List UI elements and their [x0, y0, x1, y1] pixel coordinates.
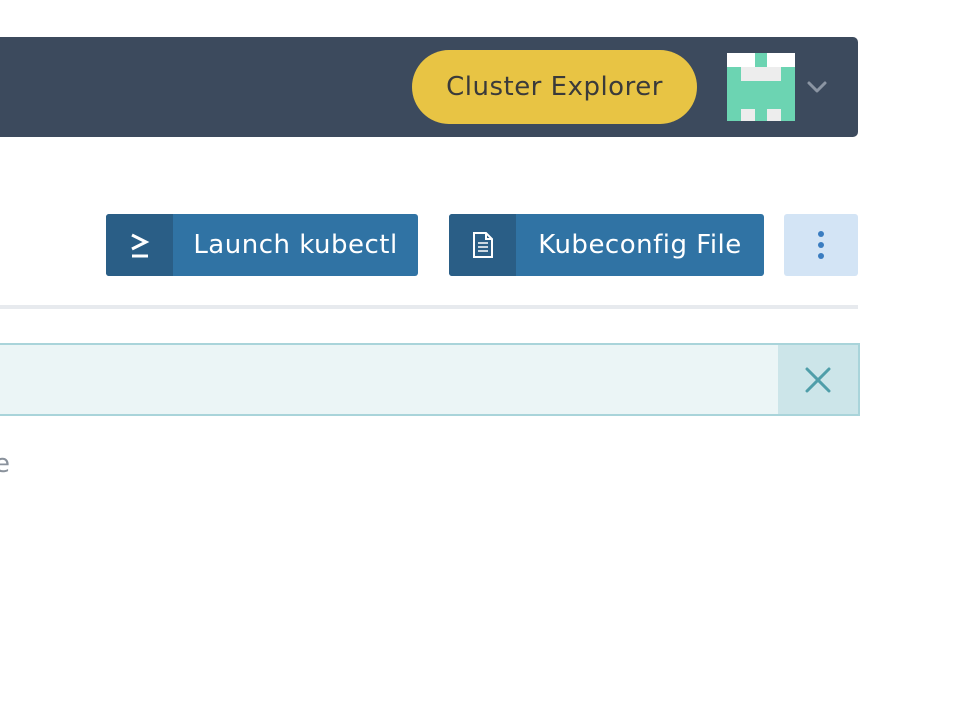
info-banner — [0, 343, 860, 416]
avatar-identicon — [727, 53, 795, 121]
kubeconfig-file-label: Kubeconfig File — [538, 230, 742, 260]
chevron-down-icon[interactable] — [806, 77, 828, 97]
page: Cluster Explorer Launch kubectl Kubeconf… — [0, 0, 972, 728]
top-header-bar: Cluster Explorer — [0, 37, 858, 137]
terminal-icon — [106, 214, 173, 276]
more-actions-button[interactable] — [784, 214, 858, 276]
divider — [0, 305, 858, 309]
banner-close-button[interactable] — [778, 345, 858, 414]
cluster-explorer-label: Cluster Explorer — [446, 72, 663, 102]
avatar[interactable] — [727, 53, 795, 121]
kebab-menu-icon — [818, 229, 824, 262]
cluster-explorer-button[interactable]: Cluster Explorer — [412, 50, 697, 124]
partial-body-text: e — [0, 449, 10, 479]
file-icon — [449, 214, 516, 276]
launch-kubectl-button[interactable]: Launch kubectl — [106, 214, 418, 276]
launch-kubectl-label: Launch kubectl — [193, 230, 398, 260]
close-icon — [805, 367, 831, 392]
kubeconfig-file-button[interactable]: Kubeconfig File — [449, 214, 764, 276]
